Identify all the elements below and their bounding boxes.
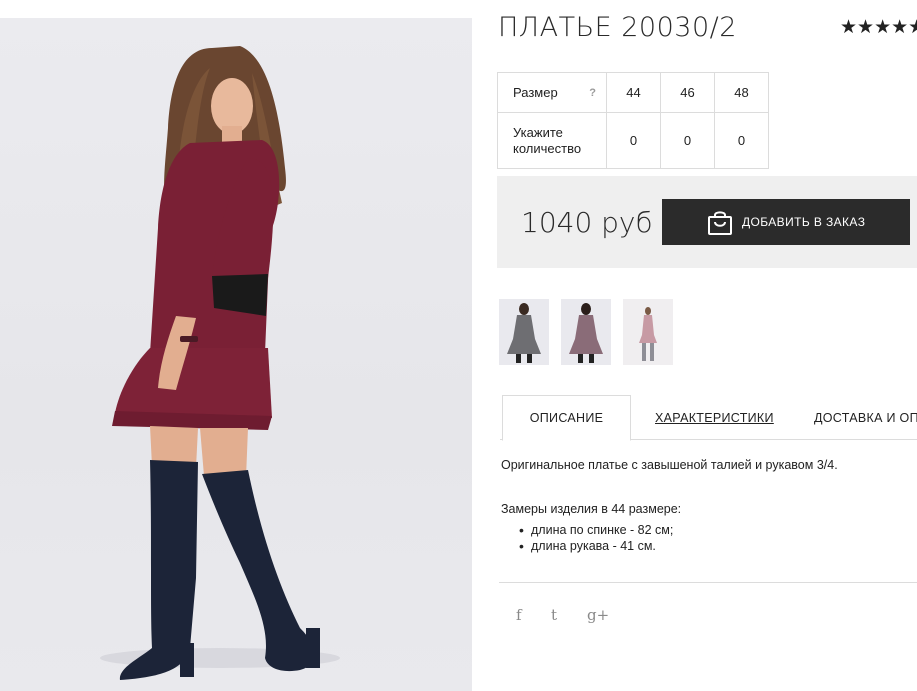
thumbnail-mauve-image bbox=[569, 303, 603, 363]
size-help-icon[interactable]: ? bbox=[589, 85, 596, 101]
measures-heading: Замеры изделия в 44 размере: bbox=[501, 502, 682, 516]
add-to-order-button[interactable]: ДОБАВИТЬ В ЗАКАЗ bbox=[662, 199, 910, 245]
twitter-share-icon[interactable]: t bbox=[551, 606, 557, 624]
product-title: ПЛАТЬЕ 20030/2 bbox=[498, 12, 737, 43]
measures-list: длина по спинке - 82 см; длина рукава - … bbox=[519, 522, 911, 554]
thumbnail-pink-image bbox=[639, 307, 657, 361]
tab-description[interactable]: ОПИСАНИЕ bbox=[502, 395, 631, 441]
price: 1040 руб bbox=[521, 206, 653, 239]
description-intro: Оригинальное платье с завышеной талией и… bbox=[501, 458, 838, 472]
tab-delivery-payment[interactable]: ДОСТАВКА И ОПЛ bbox=[814, 395, 917, 440]
measure-back-length: длина по спинке - 82 см; bbox=[519, 522, 911, 538]
shopping-bag-icon bbox=[708, 211, 732, 235]
quantity-input-48[interactable]: 0 bbox=[714, 112, 769, 169]
divider bbox=[499, 582, 917, 583]
quantity-input-44[interactable]: 0 bbox=[606, 112, 661, 169]
facebook-share-icon[interactable]: f bbox=[516, 606, 522, 624]
size-row-label: Размер ? bbox=[497, 72, 607, 113]
quantity-label: Укажите количество bbox=[497, 112, 607, 169]
rating-stars[interactable]: ★★★★★ bbox=[840, 16, 917, 39]
measure-sleeve-length: длина рукава - 41 см. bbox=[519, 538, 911, 554]
add-to-order-label: ДОБАВИТЬ В ЗАКАЗ bbox=[742, 215, 866, 229]
product-tabs: ОПИСАНИЕ ХАРАКТЕРИСТИКИ ДОСТАВКА И ОПЛ bbox=[500, 395, 917, 441]
tab-characteristics[interactable]: ХАРАКТЕРИСТИКИ bbox=[655, 395, 774, 440]
model-in-dress-illustration bbox=[100, 46, 340, 680]
size-quantity-table: Размер ? 44 46 48 Укажите количество 0 0… bbox=[497, 72, 769, 169]
description-panel: Оригинальное платье с завышеной талией и… bbox=[501, 458, 911, 554]
size-cell-46: 46 bbox=[660, 72, 715, 113]
thumbnail-grey-dress[interactable] bbox=[499, 299, 549, 365]
quantity-input-46[interactable]: 0 bbox=[660, 112, 715, 169]
thumbnail-pink-dress[interactable] bbox=[623, 299, 673, 365]
size-cell-48: 48 bbox=[714, 72, 769, 113]
size-cell-44: 44 bbox=[606, 72, 661, 113]
size-label: Размер bbox=[513, 84, 558, 100]
price-bar: 1040 руб ДОБАВИТЬ В ЗАКАЗ bbox=[497, 176, 917, 268]
thumbnail-mauve-dress[interactable] bbox=[561, 299, 611, 365]
thumbnail-grey-image bbox=[507, 303, 541, 363]
product-main-photo[interactable] bbox=[0, 18, 472, 691]
google-plus-share-icon[interactable]: g+ bbox=[587, 606, 609, 624]
